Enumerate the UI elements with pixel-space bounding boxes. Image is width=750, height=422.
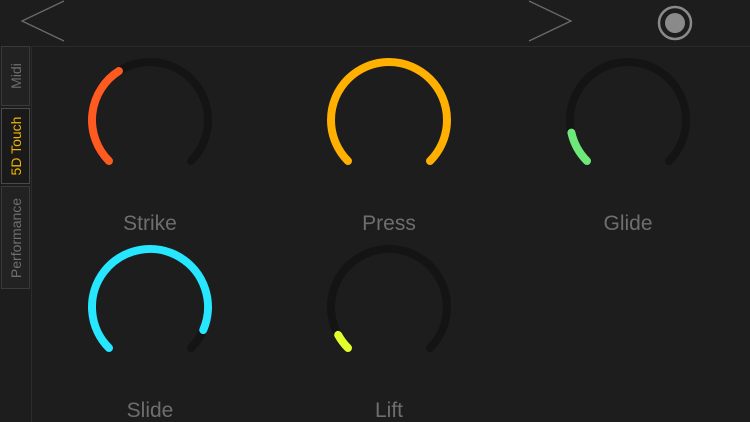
knob-glide: Glide (553, 55, 703, 235)
chevron-left-icon (20, 0, 65, 42)
sidebar: Midi 5D Touch Performance (0, 46, 32, 422)
lift-label: Lift (374, 399, 403, 422)
glide-dial[interactable] (563, 55, 693, 185)
tab-5d-touch-label: 5D Touch (7, 116, 24, 176)
lift-dial[interactable] (324, 242, 454, 372)
knob-strike: Strike (75, 55, 225, 235)
knob-value-arc (327, 58, 451, 166)
knob-panel: Strike Press Glide Slide Lift (32, 47, 750, 422)
press-dial[interactable] (324, 55, 454, 185)
knob-slide: Slide (75, 242, 225, 422)
slide-dial[interactable] (85, 242, 215, 372)
top-bar (0, 0, 750, 47)
tab-5d-touch[interactable]: 5D Touch (1, 108, 30, 184)
app-window: Midi 5D Touch Performance Strike Press G… (0, 0, 750, 422)
record-button[interactable] (656, 4, 694, 42)
next-button[interactable] (527, 0, 573, 42)
knob-value-arc (88, 67, 123, 166)
press-label: Press (362, 212, 416, 235)
knob-lift: Lift (314, 242, 464, 422)
tab-performance-label: Performance (7, 197, 24, 278)
record-icon (657, 5, 693, 41)
slide-label: Slide (126, 399, 174, 422)
chevron-right-icon (528, 0, 573, 42)
previous-button[interactable] (20, 0, 66, 42)
tab-performance[interactable]: Performance (1, 186, 30, 289)
strike-label: Strike (123, 212, 177, 235)
knob-value-arc (567, 128, 591, 166)
knob-track (566, 58, 690, 166)
knob-press: Press (314, 55, 464, 235)
knob-track (327, 245, 451, 353)
tab-midi[interactable]: Midi (1, 46, 30, 106)
knob-value-arc (88, 245, 212, 353)
strike-dial[interactable] (85, 55, 215, 185)
tab-midi-label: Midi (7, 63, 24, 89)
knob-value-arc (334, 330, 352, 353)
glide-label: Glide (603, 212, 653, 235)
